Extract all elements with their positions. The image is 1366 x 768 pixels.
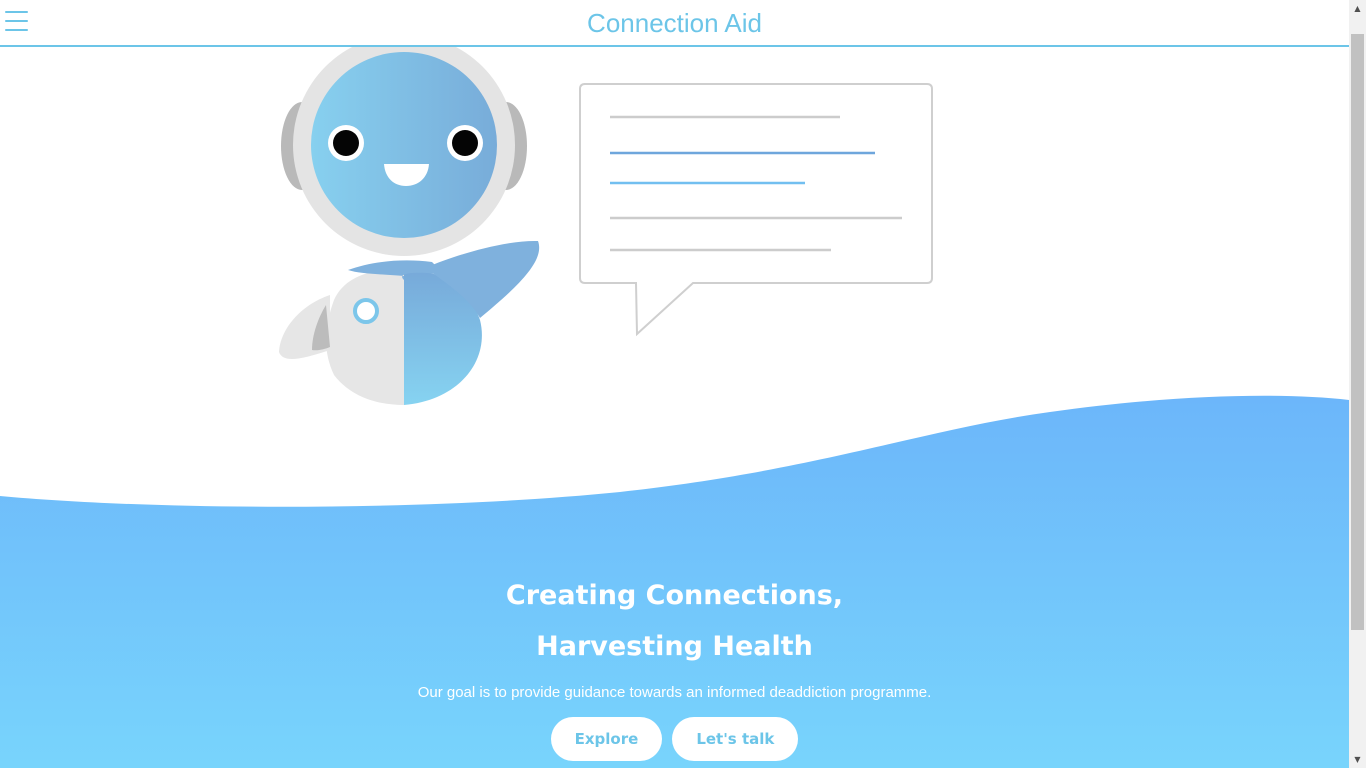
top-navbar: Connection Aid: [0, 0, 1349, 47]
scrollbar-thumb[interactable]: [1351, 34, 1364, 630]
scroll-up-arrow-icon[interactable]: ▲: [1349, 0, 1366, 17]
hero-headline: Creating Connections, Harvesting Health: [0, 570, 1349, 672]
robot-avatar: [279, 34, 540, 405]
explore-button[interactable]: Explore: [550, 717, 663, 761]
speech-bubble: [579, 83, 933, 337]
scroll-down-arrow-icon[interactable]: ▼: [1349, 751, 1366, 768]
hero-content: Creating Connections, Harvesting Health …: [0, 570, 1349, 761]
lets-talk-button[interactable]: Let's talk: [672, 717, 799, 761]
hero-subtitle: Our goal is to provide guidance towards …: [417, 684, 932, 701]
page: Connection Aid Creating Connections, Har…: [0, 0, 1349, 768]
hero-buttons: Explore Let's talk: [0, 717, 1349, 761]
headline-line-1: Creating Connections,: [505, 580, 844, 611]
vertical-scrollbar[interactable]: ▲ ▼: [1349, 0, 1366, 768]
headline-line-2: Harvesting Health: [536, 631, 813, 662]
app-title[interactable]: Connection Aid: [0, 8, 1349, 39]
